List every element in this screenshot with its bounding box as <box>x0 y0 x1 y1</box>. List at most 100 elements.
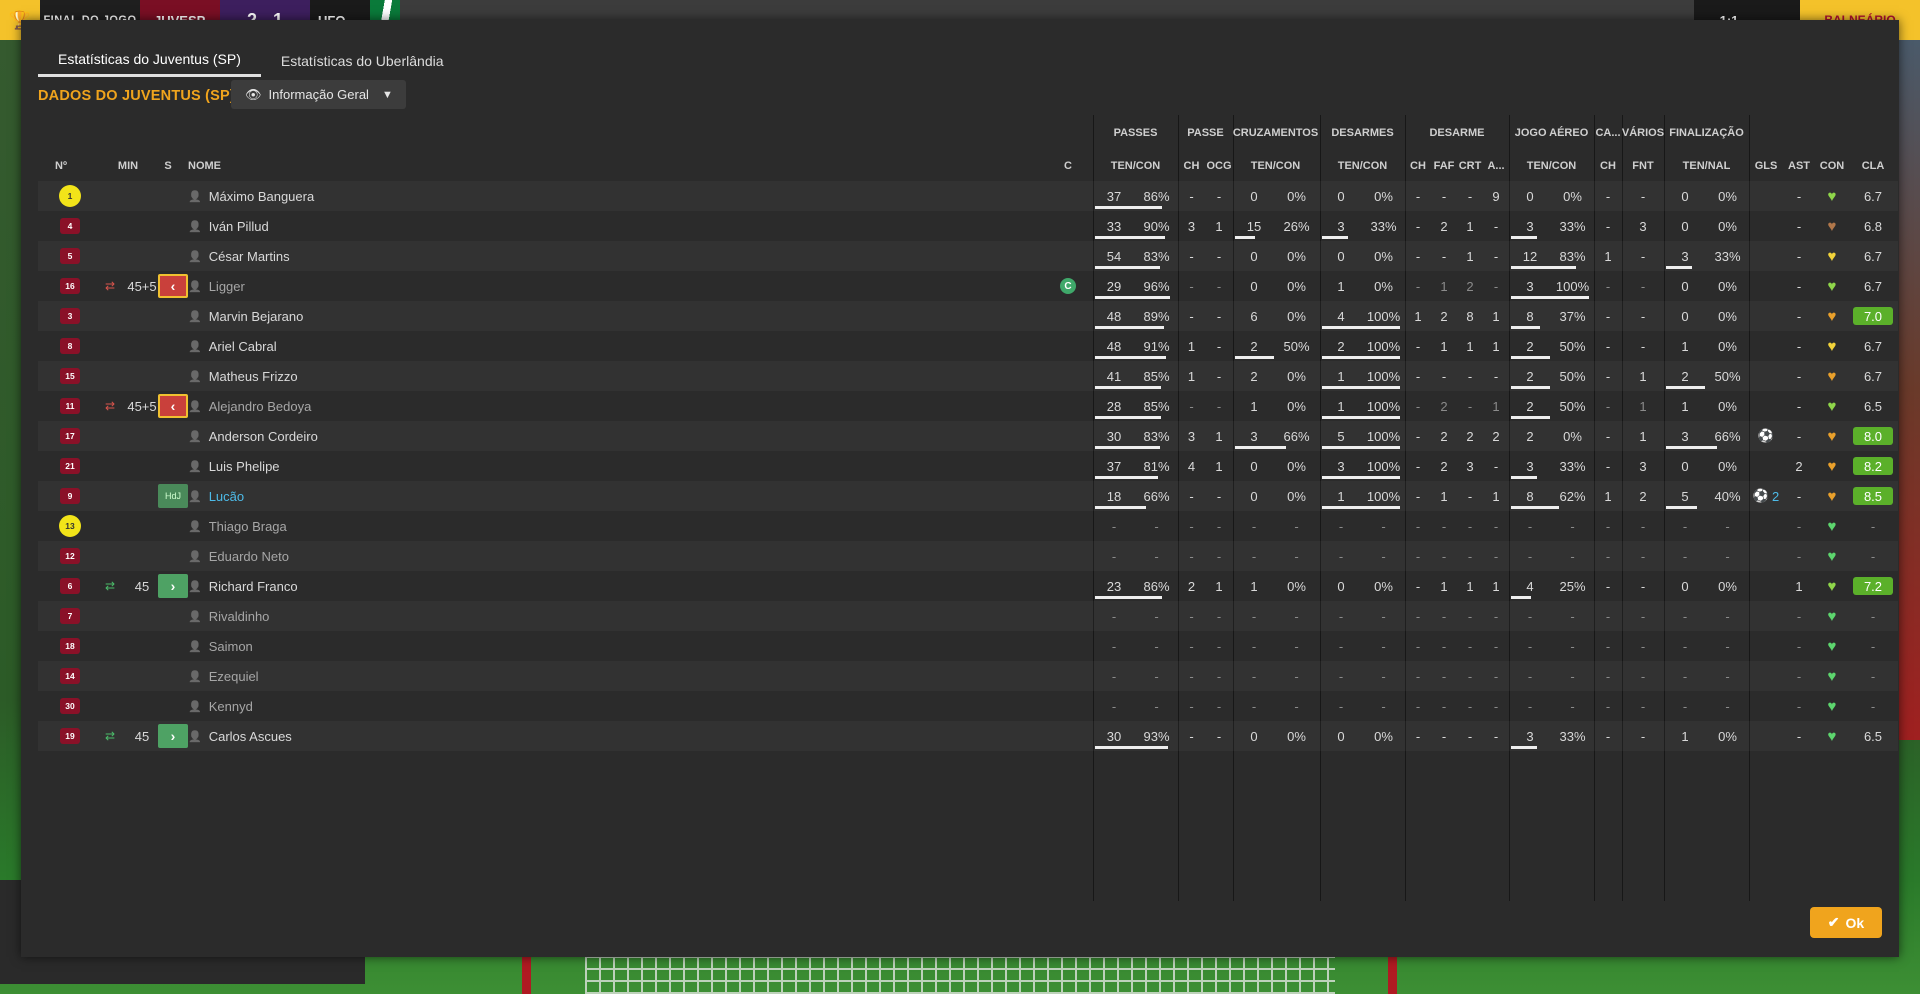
tab-juventus-stats[interactable]: Estatísticas do Juventus (SP) <box>38 44 261 77</box>
empty-stat: - <box>1796 608 1802 624</box>
table-row[interactable]: 17 👤 Anderson Cordeiro 30 83% 3 1 3 66% 5 100% -2 2 2… <box>38 421 1898 451</box>
table-row[interactable]: 15 👤 Matheus Frizzo 41 85% 1-2 0% 1 100% - - - -2 50%… <box>38 361 1898 391</box>
football-icon: ⚽ <box>1757 428 1775 443</box>
ok-button[interactable]: ✔ Ok <box>1810 907 1882 938</box>
player-name[interactable]: Ligger <box>209 279 245 294</box>
player-name-cell: 👤 Thiago Braga <box>188 511 548 541</box>
assists: - <box>1796 278 1802 294</box>
subbed-on-icon[interactable]: › <box>158 724 188 748</box>
column-header[interactable]: GLS <box>1749 151 1783 181</box>
player-name[interactable]: Lucão <box>209 489 244 504</box>
table-row[interactable]: 7 👤 Rivaldinho - - - - - - - - - - - - - - - - - - - ♥ - <box>38 601 1898 631</box>
column-header[interactable]: OCG <box>1205 151 1233 181</box>
player-name[interactable]: Máximo Banguera <box>209 189 315 204</box>
player-name-cell: 👤 Carlos Ascues <box>188 721 548 751</box>
goal-count: 2 <box>1771 488 1780 504</box>
column-header[interactable]: TEN/NAL <box>1664 151 1749 181</box>
empty-stat: - <box>1189 548 1194 564</box>
player-name[interactable]: Luis Phelipe <box>209 459 280 474</box>
subbed-off-icon[interactable]: ‹ <box>158 274 188 298</box>
player-name[interactable]: César Martins <box>209 249 290 264</box>
column-header[interactable]: CH <box>1178 151 1205 181</box>
player-name[interactable]: Iván Pillud <box>209 219 269 234</box>
player-name-cell: 👤 Saimon <box>188 631 548 661</box>
player-name[interactable]: Alejandro Bedoya <box>209 399 312 414</box>
table-row[interactable]: 14 👤 Ezequiel - - - - - - - - - - - - - - - - - - - ♥ - <box>38 661 1898 691</box>
passes-bar <box>1095 296 1170 299</box>
table-row[interactable]: 4 👤 Iván Pillud 33 90% 3 1 15 26% 3 33% -2 1-3 33% -3 0… <box>38 211 1898 241</box>
man-of-match-badge[interactable]: HdJ <box>158 484 188 508</box>
player-name[interactable]: Rivaldinho <box>209 609 270 624</box>
tab-uberlandia-stats[interactable]: Estatísticas do Uberlândia <box>261 44 464 77</box>
player-rating: 6.7 <box>1863 338 1883 354</box>
column-header[interactable]: C <box>1058 151 1078 181</box>
view-selector[interactable]: 👁 Informação Geral ▼ <box>231 80 406 109</box>
player-name[interactable]: Kennyd <box>209 699 253 714</box>
rating-cell: - <box>1849 541 1897 571</box>
column-header[interactable]: NOME <box>188 151 388 181</box>
column-header[interactable]: TEN/CON <box>1509 151 1594 181</box>
column-header[interactable]: AST <box>1783 151 1815 181</box>
person-icon: 👤 <box>188 520 202 533</box>
aerial-percent: 33% <box>1559 728 1586 744</box>
column-header[interactable]: CRT <box>1457 151 1483 181</box>
column-header[interactable]: TEN/CON <box>1233 151 1318 181</box>
subbed-on-icon[interactable]: › <box>158 574 188 598</box>
player-name[interactable]: Thiago Braga <box>209 519 287 534</box>
passes-bar <box>1095 506 1146 509</box>
player-name[interactable]: Ariel Cabral <box>209 339 277 354</box>
player-name[interactable]: Ezequiel <box>209 669 259 684</box>
column-header[interactable]: CON <box>1815 151 1849 181</box>
sub-button-cell: › <box>156 571 190 601</box>
player-name[interactable]: Matheus Frizzo <box>209 369 298 384</box>
table-row[interactable]: 9 HdJ 👤 Lucão 18 66% - -0 0% 1 100% -1-1 8 62% 1 2 5 40% -… <box>38 481 1898 511</box>
column-header[interactable]: Nº <box>55 151 85 181</box>
table-row[interactable]: 13 👤 Thiago Braga - - - - - - - - - - - - - - - - - - - ♥ - <box>38 511 1898 541</box>
player-name[interactable]: Richard Franco <box>209 579 298 594</box>
empty-stat: - <box>1338 668 1344 684</box>
table-row[interactable]: 3 👤 Marvin Bejarano 48 89% - -6 0% 4 100% 1 2 8 1 8 37%… <box>38 301 1898 331</box>
table-row[interactable]: 6 ⇄ 45 › 👤 Richard Franco 23 86% 2 1 1 0% 0 0% -1 1 1 4 25… <box>38 571 1898 601</box>
table-row[interactable]: 30 👤 Kennyd - - - - - - - - - - - - - - - - - - - ♥ - <box>38 691 1898 721</box>
key-passes: - <box>1189 488 1194 504</box>
player-name[interactable]: Anderson Cordeiro <box>209 429 318 444</box>
table-row[interactable]: 21 👤 Luis Phelipe 37 81% 4 1 0 0% 3 100% -2 3-3 33% -3… <box>38 451 1898 481</box>
condition: ♥ <box>1815 421 1849 451</box>
column-header[interactable]: FAF <box>1431 151 1457 181</box>
passes-bar <box>1095 386 1161 389</box>
table-row[interactable]: 11 ⇄ 45+5 ‹ 👤 Alejandro Bedoya 28 85% - -1 0% 1 100%… <box>38 391 1898 421</box>
subbed-off-icon[interactable]: ‹ <box>158 394 188 418</box>
key-passes: - <box>1189 728 1194 744</box>
column-header[interactable]: TEN/CON <box>1093 151 1178 181</box>
player-rating: 6.5 <box>1863 398 1883 414</box>
column-header[interactable]: MIN <box>108 151 148 181</box>
fouls-taken: - <box>1640 278 1646 294</box>
column-header[interactable]: TEN/CON <box>1320 151 1405 181</box>
table-row[interactable]: 12 👤 Eduardo Neto - - - - - - - - - - - - - - - - - - - ♥ - <box>38 541 1898 571</box>
table-row[interactable]: 1 👤 Máximo Banguera 37 86% - -0 0% 0 0% - - -9 0 0% - -0… <box>38 181 1898 211</box>
empty-stat: - <box>1682 608 1688 624</box>
table-row[interactable]: 5 👤 César Martins 54 83% - -0 0% 0 0% - -1-12 83% 1-3… <box>38 241 1898 271</box>
crosses-percent: 50% <box>1283 338 1310 354</box>
tackle-key: - <box>1415 578 1421 594</box>
interceptions: - <box>1493 218 1499 234</box>
column-header[interactable]: S <box>158 151 178 181</box>
shots-percent: 0% <box>1718 218 1737 234</box>
column-header[interactable]: A... <box>1483 151 1509 181</box>
column-header[interactable]: CH <box>1405 151 1431 181</box>
player-name-cell: 👤 Alejandro Bedoya <box>188 391 548 421</box>
table-row[interactable]: 18 👤 Saimon - - - - - - - - - - - - - - - - - - - ♥ - <box>38 631 1898 661</box>
fouls-taken: 3 <box>1639 218 1647 234</box>
player-name[interactable]: Carlos Ascues <box>209 729 292 744</box>
table-row[interactable]: 16 ⇄ 45+5 ‹ 👤 Ligger C 29 96% - -0 0% 1 0% -1 2-3 100% - -… <box>38 271 1898 301</box>
column-header[interactable]: FNT <box>1622 151 1664 181</box>
player-name[interactable]: Marvin Bejarano <box>209 309 304 324</box>
column-header[interactable]: CH <box>1594 151 1622 181</box>
empty-stat: - <box>1570 518 1575 534</box>
fouls-taken: 1 <box>1639 368 1647 384</box>
table-row[interactable]: 8 👤 Ariel Cabral 48 91% 1-2 50% 2 100% -1 1 1 2 50% - -… <box>38 331 1898 361</box>
column-header[interactable]: CLA <box>1849 151 1897 181</box>
table-row[interactable]: 19 ⇄ 45 › 👤 Carlos Ascues 30 93% - -0 0% 0 0% - - - -3 33… <box>38 721 1898 751</box>
player-name[interactable]: Eduardo Neto <box>209 549 289 564</box>
player-name[interactable]: Saimon <box>209 639 253 654</box>
